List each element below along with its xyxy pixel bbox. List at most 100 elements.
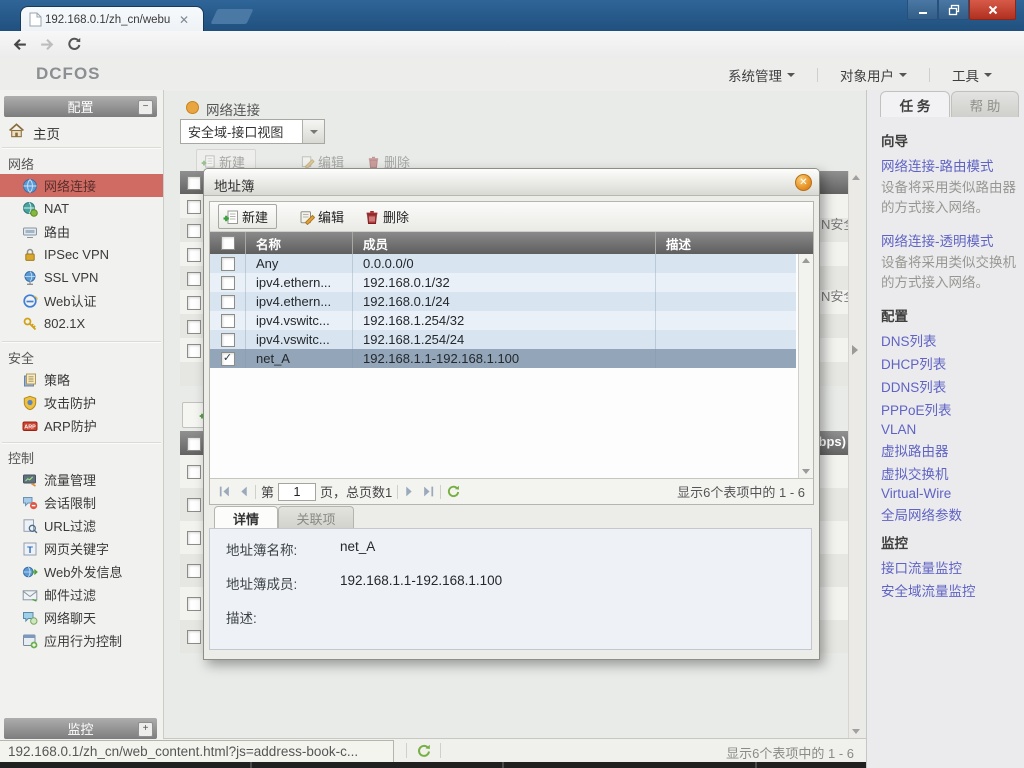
dialog-new-button[interactable]: 新建	[218, 204, 278, 229]
link-interface-traffic-monitor[interactable]: 接口流量监控	[881, 557, 1017, 577]
bg-row-checkbox[interactable]	[187, 344, 201, 358]
sidebar-item-url-filter[interactable]: URL过滤	[0, 514, 163, 537]
refresh-icon[interactable]	[446, 484, 461, 499]
link-transparent-mode[interactable]: 网络连接-透明模式	[881, 230, 1017, 250]
scroll-down-icon[interactable]	[802, 469, 810, 474]
prev-page-button[interactable]	[237, 485, 250, 498]
view-select[interactable]: 安全域-接口视图	[180, 119, 325, 144]
sidebar-item-network-connection[interactable]: 网络连接	[0, 174, 163, 197]
table-row[interactable]: ipv4.vswitc... 192.168.1.254/32	[210, 311, 796, 330]
bg-row-checkbox[interactable]	[187, 630, 201, 644]
sidebar-item-ipsec-vpn[interactable]: IPSec VPN	[0, 243, 163, 266]
bg-row-checkbox[interactable]	[187, 465, 201, 479]
bg-select-all-checkbox[interactable]	[187, 176, 201, 190]
sidebar-item-8021x[interactable]: 802.1X	[0, 312, 163, 335]
bg2-select-all-checkbox[interactable]	[187, 437, 201, 451]
menu-system-admin[interactable]: 系统管理	[706, 65, 817, 85]
row-checkbox[interactable]	[220, 332, 235, 347]
taskpane-collapse-handle[interactable]	[852, 345, 858, 355]
back-button[interactable]	[12, 36, 29, 53]
forward-button[interactable]	[38, 36, 55, 53]
select-all-checkbox[interactable]	[220, 236, 235, 250]
scroll-up-icon[interactable]	[802, 258, 810, 263]
link-global-network-params[interactable]: 全局网络参数	[881, 504, 1017, 524]
column-header-desc[interactable]: 描述	[656, 232, 813, 254]
reload-button[interactable]	[66, 36, 83, 53]
window-close-button[interactable]	[969, 0, 1016, 20]
sidebar-item-arp-defense[interactable]: ARP ARP防护	[0, 414, 163, 437]
expand-button[interactable]: +	[138, 722, 153, 737]
collapse-button[interactable]: −	[138, 100, 153, 115]
sidebar-item-web-outgoing[interactable]: Web外发信息	[0, 560, 163, 583]
bg-row-checkbox[interactable]	[187, 320, 201, 334]
sidebar-item-traffic-mgmt[interactable]: 流量管理	[0, 468, 163, 491]
link-zone-traffic-monitor[interactable]: 安全域流量监控	[881, 580, 1017, 600]
main-scrollbar[interactable]	[848, 171, 863, 738]
sidebar-footer-monitor[interactable]: 监控 +	[4, 718, 157, 739]
table-row[interactable]: ipv4.ethern... 192.168.0.1/32	[210, 273, 796, 292]
link-dns-list[interactable]: DNS列表	[881, 330, 1017, 350]
row-checkbox[interactable]	[220, 256, 235, 271]
table-row-selected[interactable]: net_A 192.168.1.1-192.168.1.100	[210, 349, 796, 368]
link-virtual-wire[interactable]: Virtual-Wire	[881, 486, 1017, 501]
tab-tasks[interactable]: 任 务	[880, 91, 950, 117]
first-page-button[interactable]	[218, 485, 231, 498]
dialog-table-scrollbar[interactable]	[798, 254, 813, 478]
tab-help[interactable]: 帮 助	[951, 91, 1019, 117]
sidebar-item-nat[interactable]: NAT	[0, 197, 163, 220]
next-page-button[interactable]	[403, 485, 416, 498]
sidebar-item-home[interactable]: 主页	[0, 119, 163, 144]
window-minimize-button[interactable]	[907, 0, 938, 20]
bg-row-checkbox[interactable]	[187, 272, 201, 286]
bg-row-checkbox[interactable]	[187, 498, 201, 512]
table-row[interactable]: ipv4.vswitc... 192.168.1.254/24	[210, 330, 796, 349]
window-restore-button[interactable]	[938, 0, 969, 20]
bg-row-checkbox[interactable]	[187, 296, 201, 310]
menu-object-user[interactable]: 对象用户	[818, 65, 929, 85]
menu-tools[interactable]: 工具	[930, 65, 1014, 85]
sidebar-item-mail-filter[interactable]: 邮件过滤	[0, 583, 163, 606]
page-number-input[interactable]	[278, 482, 317, 501]
table-row[interactable]: Any 0.0.0.0/0	[210, 254, 796, 273]
sidebar-item-web-keyword[interactable]: T 网页关键字	[0, 537, 163, 560]
column-header-member[interactable]: 成员	[353, 232, 656, 254]
sidebar-item-policy[interactable]: 策略	[0, 368, 163, 391]
bg-row-checkbox[interactable]	[187, 248, 201, 262]
sidebar-item-ssl-vpn[interactable]: SSL VPN	[0, 266, 163, 289]
row-checkbox-checked[interactable]	[220, 351, 235, 366]
link-virtual-switch[interactable]: 虚拟交换机	[881, 463, 1017, 483]
dialog-edit-button[interactable]: 编辑	[299, 207, 344, 226]
dialog-titlebar[interactable]: 地址簿 ✕	[204, 169, 819, 196]
sidebar-item-network-chat[interactable]: 网络聊天	[0, 606, 163, 629]
sidebar-item-routing[interactable]: 路由	[0, 220, 163, 243]
link-ddns-list[interactable]: DDNS列表	[881, 376, 1017, 396]
sidebar-item-app-behavior[interactable]: 应用行为控制	[0, 629, 163, 652]
scroll-up-icon[interactable]	[852, 175, 860, 180]
bg-row-checkbox[interactable]	[187, 224, 201, 238]
link-virtual-router[interactable]: 虚拟路由器	[881, 440, 1017, 460]
row-checkbox[interactable]	[220, 275, 235, 290]
bg-row-checkbox[interactable]	[187, 564, 201, 578]
sidebar-item-attack-defense[interactable]: 攻击防护	[0, 391, 163, 414]
refresh-icon[interactable]	[416, 743, 432, 759]
bg-row-checkbox[interactable]	[187, 531, 201, 545]
row-checkbox[interactable]	[220, 294, 235, 309]
bg-row-checkbox[interactable]	[187, 597, 201, 611]
row-checkbox[interactable]	[220, 313, 235, 328]
bg-row-checkbox[interactable]	[187, 200, 201, 214]
tab-close-icon[interactable]: ✕	[179, 13, 189, 27]
sidebar-item-session-limit[interactable]: 会话限制	[0, 491, 163, 514]
select-arrow[interactable]	[302, 120, 324, 143]
tab-related[interactable]: 关联项	[278, 506, 354, 529]
dialog-close-button[interactable]: ✕	[795, 174, 812, 191]
link-route-mode[interactable]: 网络连接-路由模式	[881, 155, 1017, 175]
link-dhcp-list[interactable]: DHCP列表	[881, 353, 1017, 373]
last-page-button[interactable]	[422, 485, 435, 498]
tab-details[interactable]: 详情	[214, 506, 278, 529]
link-pppoe-list[interactable]: PPPoE列表	[881, 399, 1017, 419]
link-vlan[interactable]: VLAN	[881, 422, 1017, 437]
table-row[interactable]: ipv4.ethern... 192.168.0.1/24	[210, 292, 796, 311]
new-tab-button[interactable]	[210, 9, 254, 24]
scroll-down-icon[interactable]	[852, 729, 860, 734]
browser-tab[interactable]: 192.168.0.1/zh_cn/webu ✕	[20, 6, 204, 32]
